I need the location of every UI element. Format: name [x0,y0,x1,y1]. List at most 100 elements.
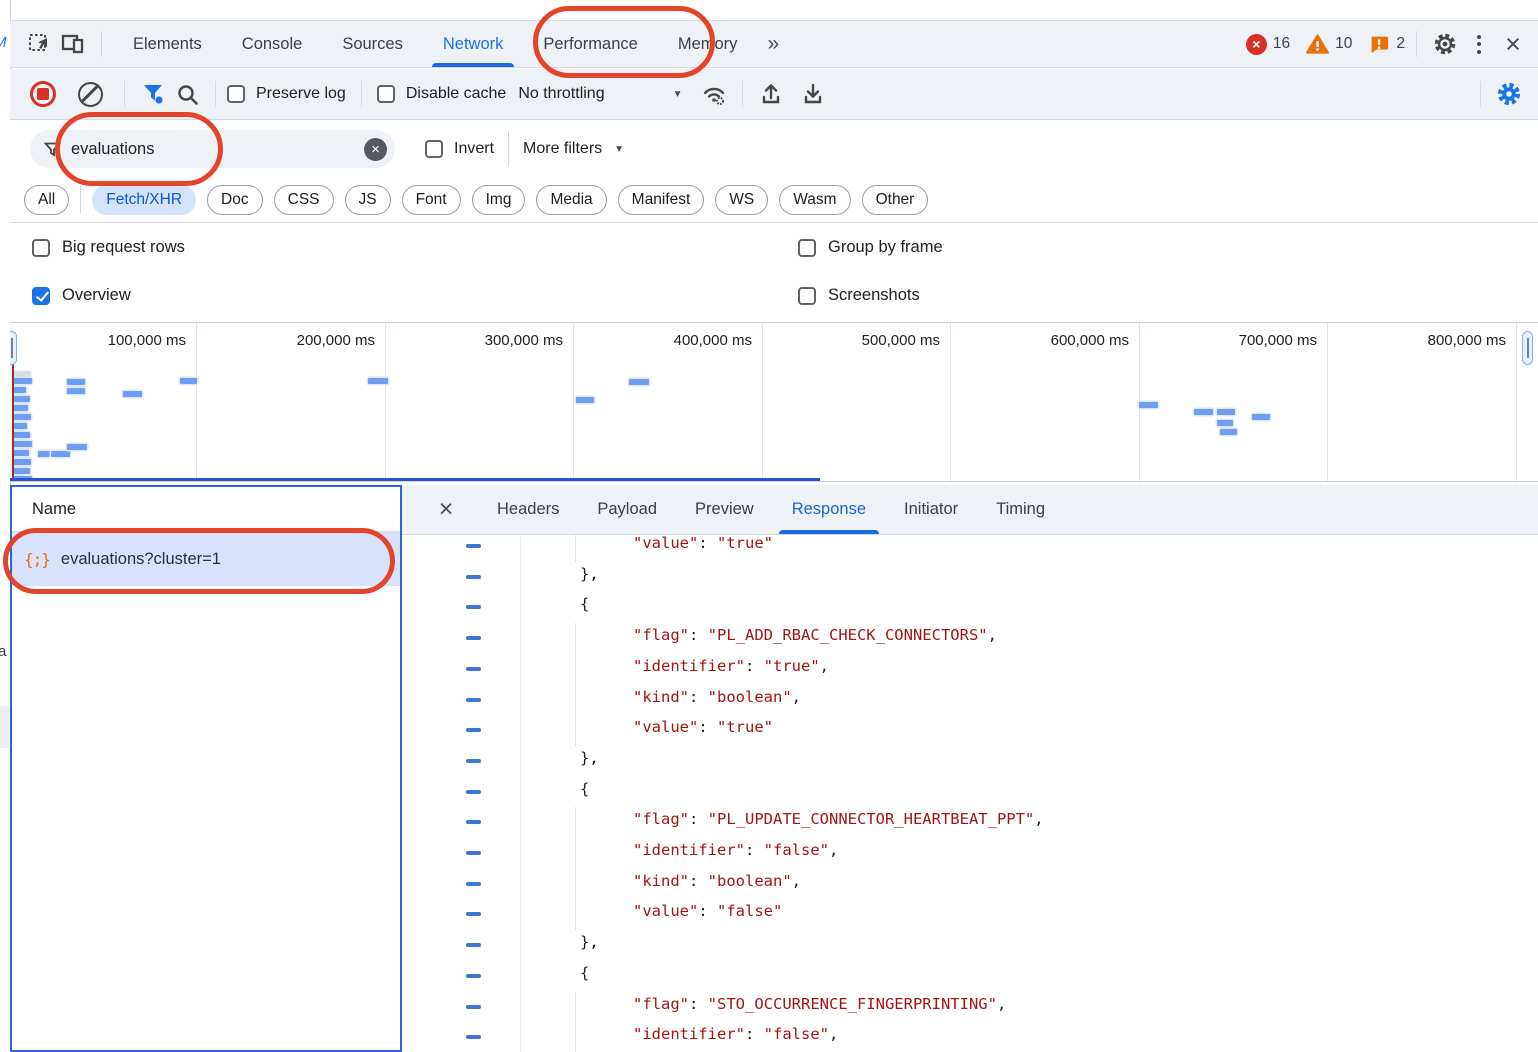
filter-funnel-icon[interactable] [136,77,170,111]
tab-console[interactable]: Console [222,21,323,67]
checkbox[interactable] [798,239,816,257]
more-filters-label: More filters [523,140,602,158]
overview-window-handle[interactable] [1522,331,1533,365]
detail-tabbar: × HeadersPayloadPreviewResponseInitiator… [402,485,1538,535]
group-by-frame-checkbox[interactable]: Group by frame [798,238,943,257]
detail-tab-timing[interactable]: Timing [977,485,1064,534]
fold-marker-icon[interactable] [466,636,481,640]
fold-marker-icon[interactable] [466,912,481,916]
warning-count: 10 [1335,35,1352,53]
type-chip-media[interactable]: Media [536,185,606,215]
fold-marker-icon[interactable] [466,605,481,609]
tab-elements[interactable]: Elements [113,21,222,67]
kebab-menu-icon[interactable] [1462,27,1496,61]
tab-network[interactable]: Network [423,21,524,67]
overview-request-bar [13,432,30,438]
overview-window-handle[interactable] [10,331,17,365]
response-line: { [402,961,1538,992]
overview-gridline [762,323,763,481]
error-badge[interactable]: × 16 [1246,34,1290,55]
warning-badge[interactable]: 10 [1306,33,1352,55]
type-chip-all[interactable]: All [24,185,69,215]
more-tabs-button[interactable]: » [757,32,787,56]
response-body-viewer[interactable]: "value": "true"},{"flag": "PL_ADD_RBAC_C… [402,535,1538,1052]
tab-performance[interactable]: Performance [523,21,657,67]
checkbox[interactable] [377,85,395,103]
fold-marker-icon[interactable] [466,851,481,855]
invert-checkbox[interactable]: Invert [425,140,494,158]
overview-request-bar [1194,409,1213,415]
close-devtools-button[interactable]: × [1496,27,1530,61]
divider [101,31,102,57]
throttling-dropdown[interactable]: No throttling ▼ [518,85,682,103]
request-row-selected[interactable]: {;} evaluations?cluster=1 [12,532,400,586]
export-har-icon[interactable] [796,77,830,111]
record-network-log-button[interactable] [30,81,56,107]
fold-marker-icon[interactable] [466,882,481,886]
issues-count: 2 [1396,35,1405,53]
checkbox[interactable] [32,239,50,257]
network-settings-gear-icon[interactable] [1492,77,1526,111]
screenshots-checkbox[interactable]: Screenshots [798,286,920,305]
tab-sources[interactable]: Sources [322,21,423,67]
fold-marker-icon[interactable] [466,1035,481,1039]
checkbox[interactable] [798,287,816,305]
type-chip-img[interactable]: Img [472,185,526,215]
type-chip-ws[interactable]: WS [715,185,768,215]
settings-gear-icon[interactable] [1428,27,1462,61]
disable-cache-checkbox[interactable]: Disable cache [377,85,507,103]
device-toolbar-icon[interactable] [56,27,90,61]
filter-text-input[interactable] [71,140,364,159]
fold-marker-icon[interactable] [466,544,481,548]
type-chip-manifest[interactable]: Manifest [618,185,705,215]
detail-tab-preview[interactable]: Preview [676,485,773,534]
clear-filter-button[interactable]: × [364,138,387,161]
detail-tab-headers[interactable]: Headers [478,485,578,534]
fold-marker-icon[interactable] [466,943,481,947]
checkbox[interactable] [425,140,443,158]
type-chip-other[interactable]: Other [862,185,929,215]
clear-network-log-button[interactable] [78,82,103,107]
overview-request-bar [38,451,50,457]
fold-marker-icon[interactable] [466,698,481,702]
checkbox[interactable] [227,85,245,103]
type-chip-doc[interactable]: Doc [207,185,263,215]
fold-marker-icon[interactable] [466,1005,481,1009]
fold-marker-icon[interactable] [466,728,481,732]
fold-marker-icon[interactable] [466,820,481,824]
response-line: "flag": "PL_UPDATE_CONNECTOR_HEARTBEAT_P… [402,807,1538,838]
network-overview-timeline[interactable]: 100,000 ms200,000 ms300,000 ms400,000 ms… [10,322,1538,482]
type-chip-css[interactable]: CSS [274,185,334,215]
overview-request-bar [13,441,32,447]
fold-marker-icon[interactable] [466,575,481,579]
overview-checkbox[interactable]: Overview [32,286,131,305]
big-request-rows-checkbox[interactable]: Big request rows [32,238,185,257]
checkbox[interactable] [32,287,50,305]
overview-request-bar [1217,420,1233,426]
fold-marker-icon[interactable] [466,790,481,794]
fold-marker-icon[interactable] [466,974,481,978]
fold-marker-icon[interactable] [466,759,481,763]
devtools-window: M a ElementsConsoleSourcesNetworkPerform… [0,0,1538,1052]
more-filters-dropdown[interactable]: More filters ▼ [523,140,624,158]
network-conditions-icon[interactable] [697,77,731,111]
detail-tab-initiator[interactable]: Initiator [885,485,977,534]
tab-memory[interactable]: Memory [658,21,758,67]
import-har-icon[interactable] [754,77,788,111]
type-chip-js[interactable]: JS [345,185,391,215]
type-chip-wasm[interactable]: Wasm [779,185,850,215]
detail-tab-response[interactable]: Response [773,485,885,534]
search-icon[interactable] [170,77,204,111]
type-chip-fetch-xhr[interactable]: Fetch/XHR [92,185,196,215]
type-chip-font[interactable]: Font [402,185,461,215]
name-column-header[interactable]: Name [12,487,400,532]
detail-tab-payload[interactable]: Payload [578,485,676,534]
close-detail-button[interactable]: × [430,495,462,524]
group-by-frame-label: Group by frame [828,238,943,257]
preserve-log-checkbox[interactable]: Preserve log [227,85,346,103]
issues-badge[interactable]: 2 [1368,33,1405,55]
filter-input-pill[interactable]: × [30,130,395,168]
fold-marker-icon[interactable] [466,667,481,671]
inspect-element-icon[interactable] [22,27,56,61]
overview-request-bar [629,379,649,385]
